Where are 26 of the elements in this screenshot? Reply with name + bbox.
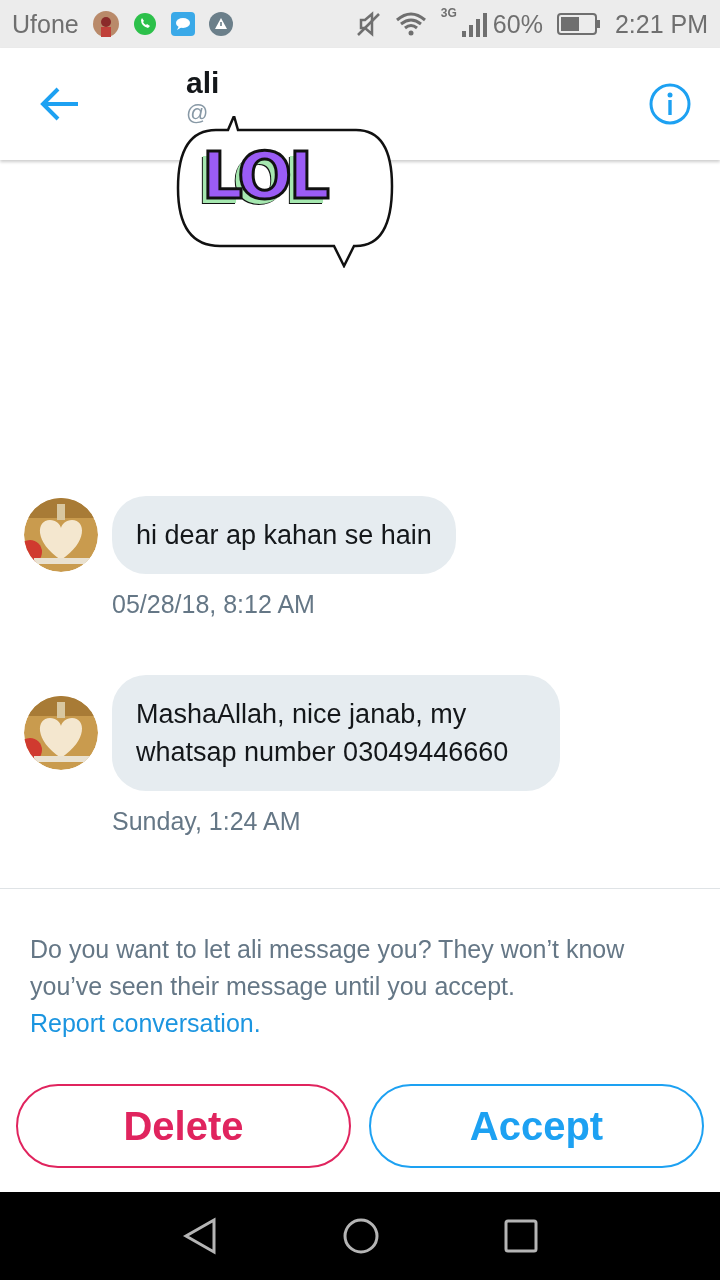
recents-nav-button[interactable]	[504, 1219, 538, 1253]
sticker-text: LOL	[202, 144, 327, 208]
message-icon	[170, 12, 195, 36]
message-timestamp: Sunday, 1:24 AM	[112, 807, 301, 836]
signal-icon	[460, 11, 487, 37]
chat-app-icon	[132, 12, 157, 36]
home-nav-button[interactable]	[342, 1217, 380, 1255]
delete-button[interactable]: Delete	[16, 1084, 351, 1168]
wifi-icon	[394, 12, 427, 36]
accept-button[interactable]: Accept	[369, 1084, 704, 1168]
message-timestamp: 05/28/18, 8:12 AM	[112, 590, 315, 619]
network-type: 3G	[440, 6, 457, 20]
battery-percent: 60%	[492, 9, 543, 39]
message-request-notice: Do you want to let ali message you? They won’t know you’ve seen their message until you accept. Report conversation.	[30, 934, 626, 1039]
contact-name: ali	[186, 66, 220, 100]
info-button[interactable]	[648, 82, 692, 126]
avatar-notification-icon	[92, 11, 119, 37]
carrier-name: Ufone	[12, 9, 79, 39]
contact-handle: @	[186, 100, 209, 126]
battery-icon	[556, 13, 601, 35]
message-bubble: hi dear ap kahan se hain	[112, 496, 456, 574]
report-link[interactable]: Report conversation.	[30, 1009, 261, 1037]
warning-icon	[208, 12, 233, 36]
clock: 2:21 PM	[614, 9, 708, 39]
back-nav-button[interactable]	[182, 1217, 218, 1255]
message-bubble: MashaAllah, nice janab, my whatsap number 03049446660	[112, 675, 560, 791]
